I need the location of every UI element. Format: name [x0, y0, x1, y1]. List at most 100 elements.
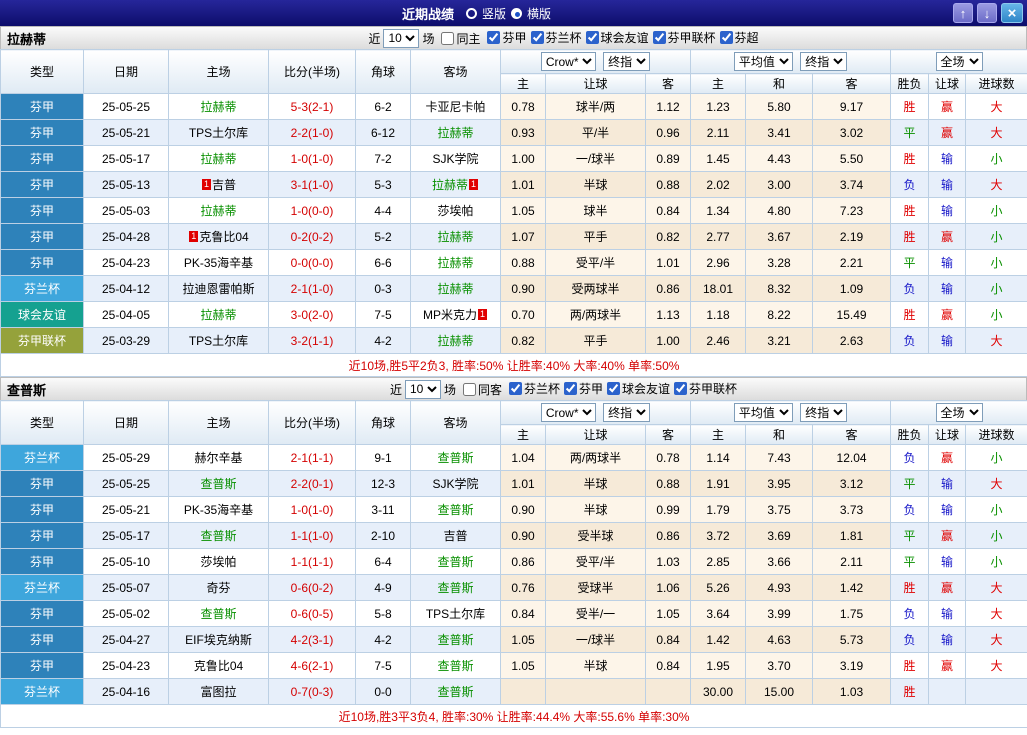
league-filter-checkbox[interactable] [652, 31, 666, 44]
match-row: 芬甲 25-04-23 PK-35海辛基 0-0(0-0) 6-6 拉赫蒂 0.88 受平/半… [0, 249, 1027, 276]
handicap-odds-home: 0.70 [500, 301, 546, 328]
league-filter-checkbox[interactable] [564, 382, 577, 395]
league-filter-checkbox[interactable] [607, 382, 621, 395]
handicap-odds-home: 0.76 [500, 574, 546, 601]
league-filter-checkbox[interactable] [585, 31, 599, 44]
match-row: 芬甲 25-05-17 查普斯 1-1(1-0) 2-10 吉普 0.90 受半球 0.86 3.… [0, 522, 1027, 549]
league-filter-checkbox[interactable] [674, 382, 688, 395]
same-venue-checkbox[interactable] [462, 382, 476, 396]
match-row: 芬甲 25-04-23 克鲁比04 4-6(2-1) 7-5 查普斯 1.05 半球 0.84 1… [0, 652, 1027, 679]
col-away: 客场 [410, 49, 501, 94]
same-venue-filter[interactable]: 同客 [459, 381, 502, 398]
close-button[interactable]: × [1001, 3, 1023, 23]
home-team: PK-35海辛基 [168, 249, 269, 276]
away-team: MP米克力 1 [410, 301, 501, 328]
col-score: 比分(半场) [268, 49, 356, 94]
results-table: 类型 日期 主场 比分(半场) 角球 客场 Crow* 终指 平均值 终指 全场… [0, 400, 1027, 728]
result-cell: 胜 [890, 301, 930, 328]
league-filter[interactable]: 芬甲联杯 [670, 380, 737, 397]
away-team: 拉赫蒂 [410, 275, 501, 302]
horizontal-layout-label[interactable]: 横版 [527, 5, 551, 22]
league-filter-label: 芬甲 [502, 31, 527, 45]
handicap-line: 受半球 [545, 522, 646, 549]
avg-odds-draw: 3.21 [745, 327, 814, 354]
odds-period-select[interactable]: 终指 [603, 52, 651, 71]
handicap-odds-away: 0.82 [644, 223, 692, 250]
bookmaker-select[interactable]: Crow* [540, 403, 596, 422]
avg-source-cell: 平均值 终指 [690, 400, 892, 425]
goals-result-cell: 大 [965, 119, 1027, 146]
match-score: 2-2(1-0) [268, 119, 356, 146]
goals-result-cell: 大 [965, 93, 1027, 120]
handicap-result-cell: 输 [928, 470, 967, 497]
avg-odds-home: 2.96 [690, 249, 747, 276]
odds-period-select[interactable]: 终指 [603, 403, 651, 422]
scope-select[interactable]: 全场 [935, 403, 983, 422]
result-cell: 负 [890, 444, 930, 471]
avg-odds-home: 1.23 [690, 93, 747, 120]
horizontal-layout-radio[interactable] [511, 7, 522, 19]
type-badge: 芬甲 [0, 93, 84, 120]
games-label: 场 [443, 382, 456, 397]
same-venue-checkbox[interactable] [441, 31, 455, 45]
move-up-button[interactable]: ↑ [953, 3, 973, 23]
recent-count-select[interactable]: 10 [404, 379, 441, 399]
league-filter[interactable]: 球会友谊 [582, 29, 649, 46]
col-handicap-result: 让球 [928, 73, 967, 94]
avg-odds-home: 3.72 [690, 522, 747, 549]
handicap-result-cell: 赢 [928, 301, 967, 328]
result-cell: 负 [890, 327, 930, 354]
corner-score: 6-2 [355, 93, 411, 120]
goals-result-cell: 小 [965, 223, 1027, 250]
away-team: 拉赫蒂 1 [410, 171, 501, 198]
scope-select[interactable]: 全场 [935, 52, 983, 71]
filter-bar: 近 10 场 同主 芬甲 芬兰杯 球会友谊 芬甲联杯 芬超 [181, 28, 946, 48]
league-filter[interactable]: 芬甲联杯 [649, 29, 716, 46]
match-row: 球会友谊 25-04-05 拉赫蒂 3-0(2-0) 7-5 MP米克力 1 0.70 两/两球… [0, 301, 1027, 328]
team-name-text: 查普斯 [200, 607, 237, 621]
away-team: 查普斯 [410, 444, 501, 471]
team-name-text: 莎埃帕 [437, 204, 474, 218]
avg-odds-draw: 3.99 [745, 600, 814, 627]
average-select[interactable]: 平均值 [733, 52, 793, 71]
avg-period-select[interactable]: 终指 [800, 52, 848, 71]
same-venue-filter[interactable]: 同主 [437, 30, 480, 47]
avg-period-select[interactable]: 终指 [800, 403, 848, 422]
league-filter-checkbox[interactable] [719, 31, 733, 44]
vertical-layout-radio[interactable] [465, 7, 477, 19]
league-filter[interactable]: 芬超 [716, 29, 759, 46]
result-cell: 平 [890, 249, 930, 276]
handicap-line: 球半/两 [545, 93, 646, 120]
league-filter[interactable]: 芬兰杯 [527, 29, 582, 46]
vertical-layout-label[interactable]: 竖版 [482, 5, 506, 22]
type-badge: 芬兰杯 [0, 444, 84, 471]
col-date: 日期 [83, 400, 169, 445]
match-score: 3-0(2-0) [268, 301, 356, 328]
match-score: 0-2(0-2) [268, 223, 356, 250]
league-filter-checkbox[interactable] [530, 31, 544, 44]
league-filter-checkbox[interactable] [508, 382, 522, 395]
col-odds-away: 客 [644, 73, 692, 94]
average-select[interactable]: 平均值 [733, 403, 793, 422]
league-filter[interactable]: 球会友谊 [603, 380, 670, 397]
result-cell: 胜 [890, 93, 930, 120]
team-name-text: 拉赫蒂 [437, 230, 474, 244]
match-score: 4-2(3-1) [268, 626, 356, 653]
move-down-button[interactable]: ↓ [977, 3, 997, 23]
match-score: 1-0(1-0) [268, 145, 356, 172]
league-filter[interactable]: 芬兰杯 [505, 380, 560, 397]
handicap-odds-home: 1.05 [500, 626, 546, 653]
handicap-odds-home: 1.00 [500, 145, 546, 172]
bookmaker-select[interactable]: Crow* [540, 52, 596, 71]
away-team: 拉赫蒂 [410, 119, 501, 146]
league-filter[interactable]: 芬甲 [560, 380, 603, 397]
match-date: 25-05-17 [83, 145, 169, 172]
handicap-odds-away: 1.01 [644, 249, 692, 276]
red-card-badge: 1 [478, 309, 487, 320]
recent-count-select[interactable]: 10 [383, 28, 420, 48]
handicap-line: 两/两球半 [545, 444, 646, 471]
match-score: 3-2(1-1) [268, 327, 356, 354]
handicap-result-cell: 输 [928, 249, 967, 276]
league-filter-checkbox[interactable] [487, 31, 501, 44]
league-filter[interactable]: 芬甲 [483, 29, 527, 46]
